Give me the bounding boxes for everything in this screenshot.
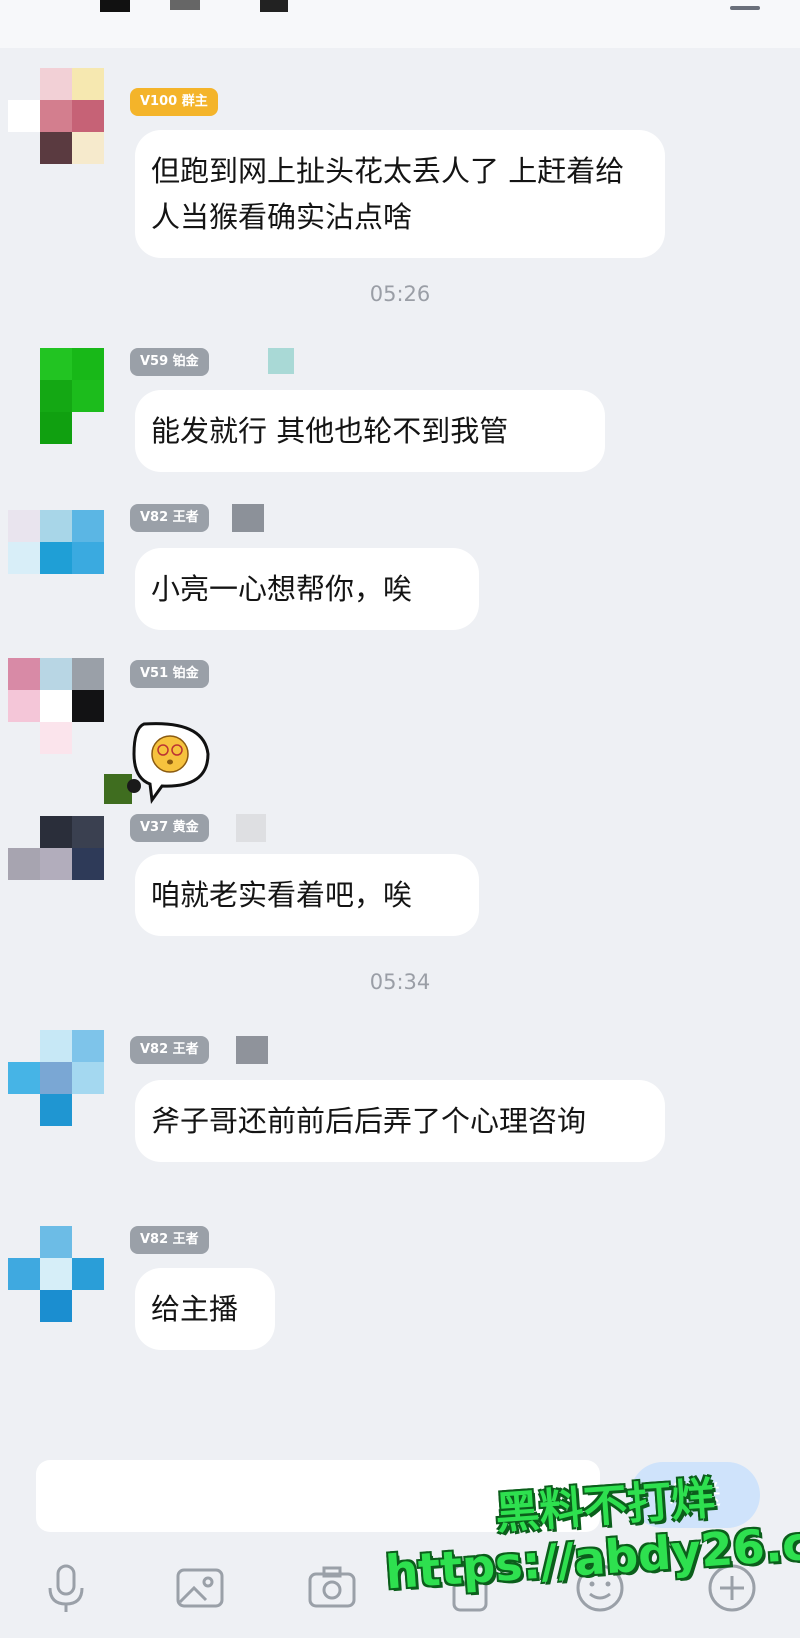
message-bubble[interactable]: 给主播 <box>135 1268 275 1350</box>
avatar[interactable] <box>8 68 104 164</box>
avatar[interactable] <box>8 1226 104 1322</box>
image-icon[interactable] <box>172 1560 228 1616</box>
message-bubble[interactable]: 小亮一心想帮你，唉 <box>135 548 479 630</box>
level-badge: V37 黄金 <box>130 814 209 842</box>
menu-icon[interactable] <box>730 6 760 10</box>
level-badge: V51 铂金 <box>130 660 209 688</box>
redacted-title-block <box>100 0 130 12</box>
message-bubble[interactable]: 能发就行 其他也轮不到我管 <box>135 390 605 472</box>
redacted-name-block <box>236 814 266 842</box>
avatar[interactable] <box>8 348 104 444</box>
message-bubble[interactable]: 咱就老实看着吧，唉 <box>135 854 479 936</box>
microphone-icon[interactable] <box>38 1560 94 1616</box>
redacted-name-block <box>232 504 264 532</box>
redacted-title-block <box>170 0 200 10</box>
level-badge: V82 王者 <box>130 504 209 532</box>
avatar[interactable] <box>8 510 104 606</box>
level-badge: V100 群主 <box>130 88 218 116</box>
chat-area[interactable]: V100 群主 但跑到网上扯头花太丢人了 上赶着给人当猴看确实沾点啥 05:26… <box>0 48 800 1448</box>
camera-icon[interactable] <box>304 1560 360 1616</box>
level-badge: V82 王者 <box>130 1226 209 1254</box>
message-bubble[interactable]: 斧子哥还前前后后弄了个心理咨询 <box>135 1080 665 1162</box>
dizzy-sticker-icon <box>104 722 210 804</box>
redacted-title-block <box>260 0 288 12</box>
level-badge: V59 铂金 <box>130 348 209 376</box>
level-badge: V82 王者 <box>130 1036 209 1064</box>
sticker[interactable] <box>104 716 216 808</box>
avatar[interactable] <box>8 816 104 912</box>
top-bar <box>0 0 800 48</box>
timestamp: 05:26 <box>369 282 431 306</box>
timestamp: 05:34 <box>369 970 431 994</box>
avatar[interactable] <box>8 658 104 754</box>
avatar[interactable] <box>8 1030 104 1126</box>
message-bubble[interactable]: 但跑到网上扯头花太丢人了 上赶着给人当猴看确实沾点啥 <box>135 130 665 258</box>
redacted-name-block <box>236 1036 268 1064</box>
redacted-name-block <box>268 348 294 374</box>
